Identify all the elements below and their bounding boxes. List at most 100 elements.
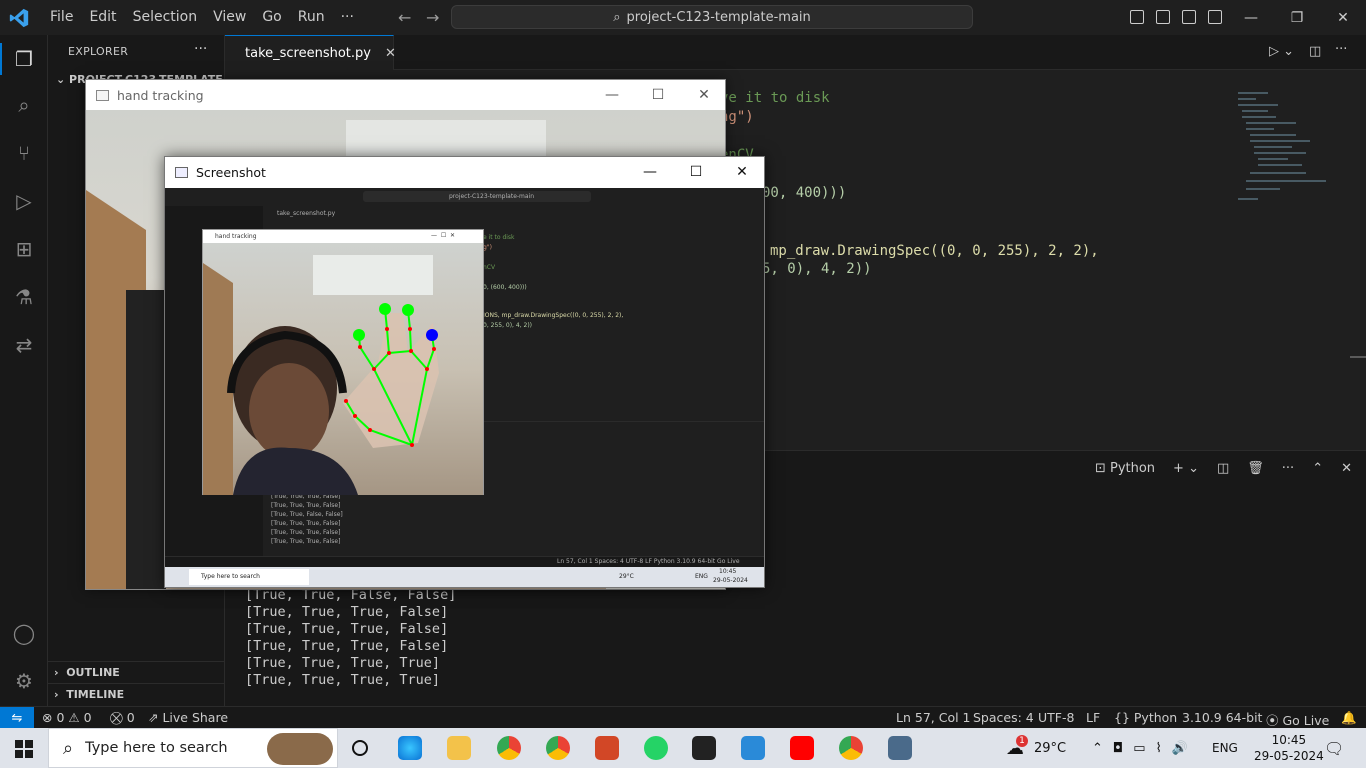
menu-go[interactable]: Go [254, 0, 289, 35]
toggle-secondary-sidebar-icon[interactable] [1182, 10, 1196, 24]
minimize-button[interactable]: — [1228, 0, 1274, 35]
settings-gear-icon[interactable]: ⚙ [12, 669, 36, 693]
hand-tracking-titlebar[interactable]: hand tracking — ☐ ✕ [86, 80, 725, 110]
screenshot-maximize-button[interactable]: ☐ [673, 157, 719, 187]
hand-maximize-button[interactable]: ☐ [635, 80, 681, 110]
editor-more-icon[interactable]: ··· [1335, 42, 1347, 57]
snipping-tool-icon[interactable] [888, 736, 912, 760]
indentation[interactable]: Spaces: 4 [973, 710, 1034, 725]
mini-tab: take_screenshot.py [263, 208, 341, 221]
network-icon[interactable]: ⌇ [1156, 741, 1162, 756]
whatsapp-icon[interactable] [644, 736, 668, 760]
menu-run[interactable]: Run [290, 0, 333, 35]
outline-section[interactable]: › OUTLINE [48, 661, 224, 683]
search-icon: ⌕ [613, 9, 621, 25]
extensions-icon[interactable]: ⊞ [12, 237, 36, 261]
battery-icon[interactable]: ▭ [1133, 741, 1145, 756]
kill-terminal-icon[interactable]: 🗑 [1247, 461, 1264, 476]
screenshot-close-button[interactable]: ✕ [719, 157, 765, 187]
chrome-window-icon[interactable] [839, 736, 863, 760]
run-python-file-icon[interactable]: ▷ ⌄ [1269, 44, 1294, 59]
search-icon[interactable]: ⌕ [12, 93, 36, 117]
toggle-panel-icon[interactable] [1156, 10, 1170, 24]
menu-selection[interactable]: Selection [125, 0, 206, 35]
chrome-profile-icon[interactable] [546, 736, 570, 760]
menu-view[interactable]: View [205, 0, 254, 35]
close-window-button[interactable]: ✕ [1320, 0, 1366, 35]
restore-button[interactable]: ❐ [1274, 0, 1320, 35]
hand-close-button[interactable]: ✕ [681, 80, 727, 110]
explorer-icon[interactable]: ❐ [12, 47, 36, 71]
ports-status[interactable]: ⛒ 0 [110, 710, 135, 726]
clock-time: 10:45 [1271, 733, 1307, 747]
weather-temp: 29°C [1034, 740, 1067, 756]
windows-start-icon[interactable] [15, 740, 33, 758]
notifications-bell-icon[interactable]: 🔔 [1341, 710, 1357, 726]
youtube-icon[interactable] [790, 736, 814, 760]
source-control-icon[interactable]: ⑂ [12, 141, 36, 165]
screenshot-window[interactable]: Screenshot — ☐ ✕ project-C123-template-m… [164, 156, 765, 588]
chrome-icon[interactable] [497, 736, 521, 760]
live-share-label: Live Share [162, 710, 229, 725]
terminal-output-line: [True, True, True, False] [245, 604, 449, 620]
powerpoint-icon[interactable] [595, 736, 619, 760]
mini-code-line: 0, (600, 400))) [483, 284, 527, 291]
terminal-app-icon[interactable] [692, 736, 716, 760]
volume-icon[interactable]: 🔊 [1172, 741, 1188, 756]
menu-edit[interactable]: Edit [81, 0, 124, 35]
minimap[interactable] [1238, 92, 1328, 212]
forward-arrow-icon[interactable]: → [418, 8, 447, 27]
mini-code-line: 0, 255, 0), 4, 2)) [483, 322, 533, 329]
more-actions-icon[interactable]: ··· [194, 41, 207, 57]
line-ending[interactable]: LF [1086, 710, 1100, 725]
clock[interactable]: 10:45 29-05-2024 [1254, 728, 1324, 768]
menu-file[interactable]: File [42, 0, 81, 35]
terminal-selector[interactable]: ⊡ Python [1095, 461, 1155, 476]
split-editor-icon[interactable]: ◫ [1309, 44, 1321, 59]
file-explorer-icon[interactable] [447, 736, 471, 760]
maximize-panel-icon[interactable]: ⌃ [1312, 461, 1323, 476]
cursor-position[interactable]: Ln 57, Col 1 [896, 710, 971, 725]
problems-status[interactable]: ⊗ 0 ⚠ 0 [42, 710, 92, 725]
back-arrow-icon[interactable]: ← [390, 8, 419, 27]
screenshot-titlebar[interactable]: Screenshot — ☐ ✕ [165, 157, 764, 188]
testing-icon[interactable]: ⚗ [12, 285, 36, 309]
run-debug-icon[interactable]: ▷ [12, 189, 36, 213]
remote-indicator-icon[interactable]: ⇋ [0, 707, 34, 729]
camera-in-use-icon[interactable]: ◘ [1113, 741, 1123, 756]
toggle-sidebar-icon[interactable] [1130, 10, 1144, 24]
edge-browser-icon[interactable] [398, 736, 422, 760]
live-share-button[interactable]: ⇗ Live Share [148, 710, 228, 725]
split-terminal-icon[interactable]: ◫ [1217, 461, 1229, 476]
new-terminal-icon[interactable]: + ⌄ [1173, 461, 1199, 476]
status-bar: ⇋ ⊗ 0 ⚠ 0 ⛒ 0 ⇗ Live Share Ln 57, Col 1 … [0, 706, 1366, 729]
vscode-taskbar-icon[interactable] [741, 736, 765, 760]
weather-cloud-icon: ☁ 1 [1006, 734, 1028, 759]
show-hidden-icons[interactable]: ⌃ [1092, 741, 1103, 756]
taskbar-search-box[interactable]: ⌕ Type here to search [48, 728, 338, 768]
panel-more-icon[interactable]: ··· [1282, 461, 1294, 476]
scrollbar-thumb[interactable] [1350, 356, 1366, 358]
language-indicator[interactable]: ENG [1212, 728, 1238, 768]
menu-more[interactable]: ··· [333, 0, 362, 35]
tab-take-screenshot[interactable]: take_screenshot.py ✕ [225, 35, 396, 70]
hand-minimize-button[interactable]: — [589, 80, 635, 110]
notification-center-icon[interactable]: 🗨 [1324, 728, 1344, 768]
go-live-button[interactable]: ⦿ Go Live [1266, 710, 1329, 729]
remote-explorer-icon[interactable]: ⇄ [12, 333, 36, 357]
language-mode[interactable]: {} Python [1114, 710, 1177, 725]
python-interpreter[interactable]: 3.10.9 64-bit [1182, 710, 1262, 725]
weather-widget[interactable]: ☁ 1 29°C [1006, 728, 1066, 768]
accounts-icon[interactable]: ◯ [12, 621, 36, 645]
command-center-search[interactable]: ⌕ project-C123-template-main [451, 5, 973, 29]
timeline-section[interactable]: › TIMELINE [48, 683, 224, 705]
customize-layout-icon[interactable] [1208, 10, 1222, 24]
mini-status-bar: Ln 57, Col 1 Spaces: 4 UTF-8 LF Python 3… [165, 556, 764, 567]
encoding[interactable]: UTF-8 [1038, 710, 1074, 725]
tab-label: take_screenshot.py [245, 45, 371, 61]
go-live-label: Go Live [1282, 713, 1330, 728]
task-view-icon[interactable] [352, 740, 368, 756]
close-panel-icon[interactable]: ✕ [1341, 461, 1352, 476]
screenshot-minimize-button[interactable]: — [627, 157, 673, 187]
close-tab-icon[interactable]: ✕ [385, 46, 396, 61]
